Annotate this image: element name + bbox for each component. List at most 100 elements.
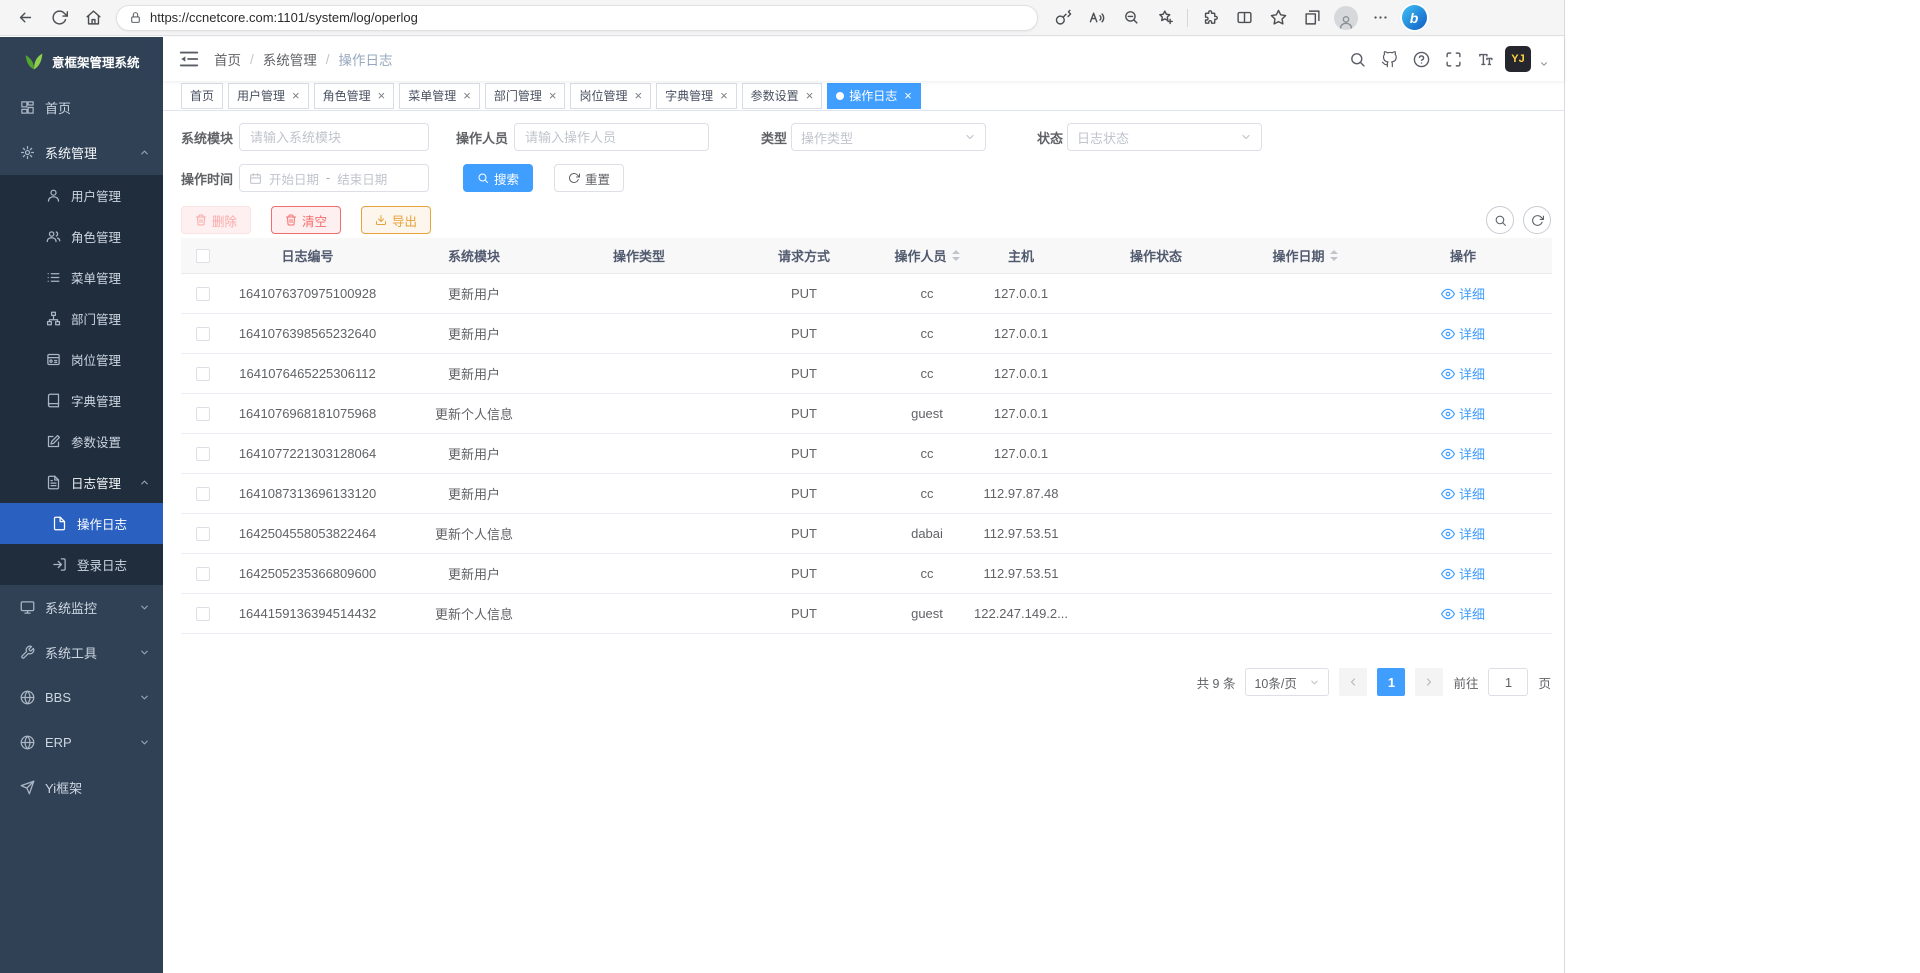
sort-icons[interactable] — [1330, 250, 1338, 261]
export-button[interactable]: 导出 — [361, 206, 431, 234]
favorites-icon[interactable] — [1261, 3, 1295, 33]
sort-icons[interactable] — [952, 250, 960, 261]
tab-close-icon[interactable]: × — [549, 89, 557, 102]
tab-close-icon[interactable]: × — [720, 89, 728, 102]
sidebar-item-post-management[interactable]: 岗位管理 — [0, 339, 163, 380]
sidebar-item-dept-management[interactable]: 部门管理 — [0, 298, 163, 339]
operator-input[interactable] — [514, 123, 709, 151]
column-operator[interactable]: 操作人员 — [888, 246, 966, 265]
detail-link[interactable]: 详细 — [1441, 284, 1485, 303]
column-date[interactable]: 操作日期 — [1236, 246, 1374, 265]
detail-link[interactable]: 详细 — [1441, 364, 1485, 383]
row-checkbox[interactable] — [196, 327, 210, 341]
address-bar[interactable]: https://ccnetcore.com:1101/system/log/op… — [116, 5, 1038, 31]
refresh-table-button[interactable] — [1523, 206, 1551, 234]
password-key-icon[interactable] — [1046, 3, 1080, 33]
row-checkbox[interactable] — [196, 367, 210, 381]
clear-button[interactable]: 清空 — [271, 206, 341, 234]
module-input[interactable] — [239, 123, 429, 151]
extensions-icon[interactable] — [1193, 3, 1227, 33]
delete-button[interactable]: 删除 — [181, 206, 251, 234]
read-aloud-icon[interactable] — [1080, 3, 1114, 33]
breadcrumb-item[interactable]: 系统管理 — [263, 49, 317, 69]
sidebar-item-system-tools[interactable]: 系统工具 — [0, 630, 163, 675]
user-logo[interactable]: YJ — [1505, 46, 1531, 72]
chevron-down-icon[interactable] — [1539, 59, 1549, 69]
detail-link[interactable]: 详细 — [1441, 324, 1485, 343]
sidebar-item-home[interactable]: 首页 — [0, 85, 163, 130]
detail-link[interactable]: 详细 — [1441, 524, 1485, 543]
github-icon[interactable] — [1377, 47, 1401, 71]
breadcrumb-item[interactable]: 首页 — [214, 49, 241, 69]
collections-icon[interactable] — [1295, 3, 1329, 33]
search-button[interactable]: 搜索 — [463, 164, 533, 192]
sidebar-item-log-management[interactable]: 日志管理 — [0, 462, 163, 503]
more-icon[interactable] — [1363, 3, 1397, 33]
next-page-button[interactable] — [1415, 668, 1443, 696]
tab-2[interactable]: 角色管理× — [314, 83, 395, 109]
row-checkbox[interactable] — [196, 407, 210, 421]
detail-link[interactable]: 详细 — [1441, 404, 1485, 423]
sidebar-item-login-log[interactable]: 登录日志 — [0, 544, 163, 585]
sidebar-item-system-management[interactable]: 系统管理 — [0, 130, 163, 175]
split-screen-icon[interactable] — [1227, 3, 1261, 33]
home-icon[interactable] — [76, 3, 110, 33]
prev-page-button[interactable] — [1339, 668, 1367, 696]
tab-close-icon[interactable]: × — [378, 89, 386, 102]
status-select[interactable]: 日志状态 — [1067, 123, 1262, 151]
tab-close-icon[interactable]: × — [634, 89, 642, 102]
tab-close-icon[interactable]: × — [463, 89, 471, 102]
reset-button[interactable]: 重置 — [554, 164, 624, 192]
url-text[interactable]: https://ccnetcore.com:1101/system/log/op… — [150, 10, 418, 25]
tab-5[interactable]: 岗位管理× — [570, 83, 651, 109]
search-icon[interactable] — [1345, 47, 1369, 71]
select-all-checkbox[interactable] — [196, 249, 210, 263]
sidebar-item-role-management[interactable]: 角色管理 — [0, 216, 163, 257]
tab-6[interactable]: 字典管理× — [656, 83, 737, 109]
font-size-icon[interactable] — [1473, 47, 1497, 71]
row-checkbox[interactable] — [196, 607, 210, 621]
detail-link[interactable]: 详细 — [1441, 564, 1485, 583]
sidebar-item-param-settings[interactable]: 参数设置 — [0, 421, 163, 462]
sidebar-item-system-monitor[interactable]: 系统监控 — [0, 585, 163, 630]
row-checkbox[interactable] — [196, 287, 210, 301]
sidebar-item-erp[interactable]: ERP — [0, 720, 163, 765]
goto-page-input[interactable] — [1488, 668, 1528, 696]
page-size-select[interactable]: 10条/页 — [1245, 668, 1329, 696]
tab-7[interactable]: 参数设置× — [742, 83, 823, 109]
sidebar-item-user-management[interactable]: 用户管理 — [0, 175, 163, 216]
current-page[interactable]: 1 — [1377, 668, 1405, 696]
tab-close-icon[interactable]: × — [904, 89, 912, 102]
back-icon[interactable] — [8, 3, 42, 33]
tab-8[interactable]: 操作日志× — [827, 83, 921, 109]
tab-4[interactable]: 部门管理× — [485, 83, 566, 109]
sidebar-item-dict-management[interactable]: 字典管理 — [0, 380, 163, 421]
app-logo[interactable]: 意框架管理系统 — [0, 37, 163, 85]
detail-link[interactable]: 详细 — [1441, 604, 1485, 623]
bing-chat-icon[interactable]: b — [1397, 3, 1431, 33]
row-checkbox[interactable] — [196, 567, 210, 581]
tab-3[interactable]: 菜单管理× — [399, 83, 480, 109]
date-range-picker[interactable]: 开始日期 - 结束日期 — [239, 164, 429, 192]
tab-close-icon[interactable]: × — [806, 89, 814, 102]
type-select[interactable]: 操作类型 — [791, 123, 986, 151]
detail-link[interactable]: 详细 — [1441, 444, 1485, 463]
detail-link[interactable]: 详细 — [1441, 484, 1485, 503]
fullscreen-icon[interactable] — [1441, 47, 1465, 71]
sidebar-item-yi-framework[interactable]: Yi框架 — [0, 765, 163, 810]
zoom-out-icon[interactable] — [1114, 3, 1148, 33]
tab-1[interactable]: 用户管理× — [228, 83, 309, 109]
add-favorite-icon[interactable] — [1148, 3, 1182, 33]
refresh-icon[interactable] — [42, 3, 76, 33]
show-search-button[interactable] — [1486, 206, 1514, 234]
tab-0[interactable]: 首页 — [181, 83, 223, 109]
row-checkbox[interactable] — [196, 447, 210, 461]
sidebar-item-menu-management[interactable]: 菜单管理 — [0, 257, 163, 298]
row-checkbox[interactable] — [196, 487, 210, 501]
help-icon[interactable] — [1409, 47, 1433, 71]
sidebar-item-bbs[interactable]: BBS — [0, 675, 163, 720]
tab-close-icon[interactable]: × — [292, 89, 300, 102]
sidebar-item-operation-log[interactable]: 操作日志 — [0, 503, 163, 544]
menu-fold-icon[interactable] — [178, 48, 200, 70]
profile-avatar[interactable] — [1329, 3, 1363, 33]
